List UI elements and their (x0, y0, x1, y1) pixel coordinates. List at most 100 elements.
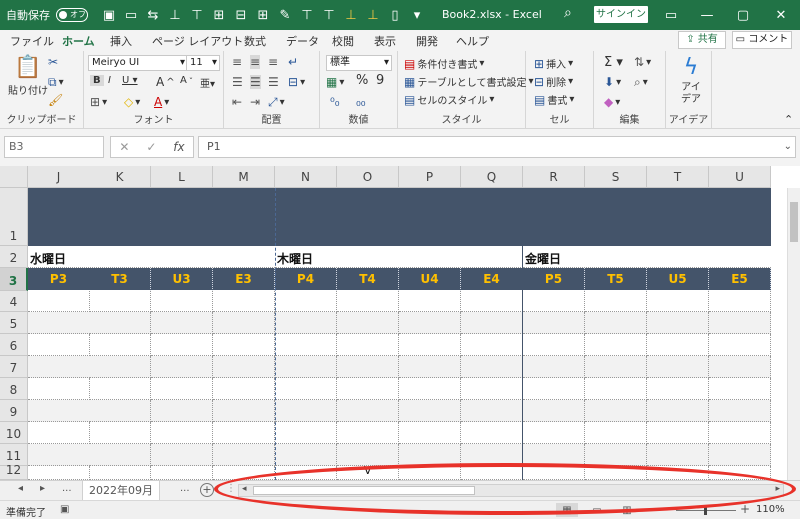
grid-cell[interactable] (585, 378, 647, 400)
grid-cell[interactable] (89, 444, 151, 466)
row-header-3[interactable]: 3 (0, 268, 28, 291)
grid-cell[interactable] (337, 444, 399, 466)
phonetic-icon[interactable]: 亜▾ (200, 75, 215, 90)
expand-formula-icon[interactable]: ⌄ (784, 141, 792, 152)
grid-cell[interactable] (647, 291, 709, 312)
grid-cell[interactable] (461, 312, 523, 334)
scroll-left-icon[interactable]: ◂ (242, 484, 247, 494)
select-all-corner[interactable] (0, 166, 28, 188)
grid-cell[interactable] (585, 466, 647, 480)
grid-cell[interactable] (399, 378, 461, 400)
document-icon[interactable]: ▯ (384, 4, 406, 26)
grid-cell[interactable] (709, 444, 771, 466)
header-cell-t4[interactable]: T4 (337, 268, 399, 291)
grid-cell[interactable] (709, 422, 771, 444)
row-header-2[interactable]: 2 (0, 246, 28, 268)
grid-cell[interactable] (275, 422, 337, 444)
grid-cell[interactable] (151, 466, 213, 480)
grid-cell[interactable] (647, 312, 709, 334)
pin-icon[interactable]: ⊥ (164, 4, 186, 26)
grid-cell[interactable] (28, 312, 90, 334)
format-cells-button[interactable]: ▤ 書式 ▾ (534, 92, 574, 108)
grid-cell[interactable] (585, 400, 647, 422)
tab-file[interactable]: ファイル (10, 33, 54, 49)
grid-cell[interactable] (337, 334, 399, 356)
grid-cell[interactable] (461, 400, 523, 422)
tab-view[interactable]: 表示 (374, 33, 396, 49)
grid-cell[interactable] (585, 312, 647, 334)
autosum-icon[interactable]: Σ ▾ (604, 55, 623, 70)
format-painter-brush-icon[interactable]: 🖌 (48, 93, 63, 107)
align-center-icon[interactable]: ☰ (250, 75, 261, 89)
grid-cell[interactable] (28, 378, 90, 400)
grid-cell[interactable] (523, 378, 585, 400)
grid-cell[interactable] (275, 334, 337, 356)
tab-help[interactable]: ヘルプ (456, 33, 489, 49)
grid-cell[interactable] (399, 422, 461, 444)
grid-cell[interactable] (89, 356, 151, 378)
grid-cell[interactable] (461, 466, 523, 480)
zoom-level[interactable]: 110% (756, 504, 785, 515)
grid-cell[interactable] (399, 312, 461, 334)
grid-cell[interactable] (709, 334, 771, 356)
comment-button[interactable]: ▭ コメント (732, 31, 792, 49)
grid-cell[interactable] (28, 334, 90, 356)
column-header-r[interactable]: R (523, 166, 585, 188)
tab-data[interactable]: データ (286, 33, 319, 49)
grid-cell[interactable] (337, 356, 399, 378)
grid-cell[interactable] (213, 444, 275, 466)
grid-cell[interactable] (151, 400, 213, 422)
header-cell-t3[interactable]: T3 (89, 268, 151, 291)
grid-cell[interactable] (709, 378, 771, 400)
spreadsheet-grid[interactable]: J K L M N O P Q R S T U 1 2 3 4 5 6 7 8 9 10 11 12 水曜日 木曜日 金曜日 P3 T3… (0, 166, 800, 480)
row-header-8[interactable]: 8 (0, 378, 28, 400)
autosave-toggle[interactable]: オフ (56, 8, 88, 22)
name-box[interactable]: B3 (4, 136, 104, 158)
grid-cell[interactable] (275, 356, 337, 378)
clear-icon[interactable]: ◆ ▾ (604, 95, 620, 109)
underline-button[interactable]: U ▾ (122, 75, 138, 86)
normal-view-icon[interactable]: ▦ (556, 503, 578, 517)
header-cell-u4[interactable]: U4 (399, 268, 461, 291)
grid-cell[interactable] (213, 312, 275, 334)
row-header-7[interactable]: 7 (0, 356, 28, 378)
zoom-slider-thumb[interactable] (704, 506, 707, 515)
minimize-icon[interactable]: — (690, 0, 724, 30)
column-header-j[interactable]: J (28, 166, 90, 188)
grid-cell[interactable] (523, 444, 585, 466)
grid-cell[interactable] (585, 422, 647, 444)
grid-cell[interactable] (89, 422, 151, 444)
zoom-out-icon[interactable]: − (662, 502, 672, 516)
format-painter-icon[interactable]: ✎ (274, 4, 296, 26)
macro-record-icon[interactable]: ▣ (60, 504, 69, 515)
grid-cell[interactable] (461, 334, 523, 356)
tab-developer[interactable]: 開発 (416, 33, 438, 49)
indent-increase-icon[interactable]: ⇥ (250, 95, 260, 109)
sort-icon[interactable]: ⊤ (318, 4, 340, 26)
vertical-scrollbar[interactable] (787, 188, 800, 480)
new-file-icon[interactable]: ▭ (120, 4, 142, 26)
grid-cell[interactable] (151, 378, 213, 400)
grid-cell[interactable] (709, 312, 771, 334)
insert-cells-button[interactable]: ⊞ 挿入 ▾ (534, 56, 573, 72)
title-banner[interactable] (28, 188, 771, 246)
column-header-s[interactable]: S (585, 166, 647, 188)
table-icon[interactable]: ⊟ (230, 4, 252, 26)
freeze-icon-2[interactable]: ⊥ (362, 4, 384, 26)
grid-icon[interactable]: ⊞ (208, 4, 230, 26)
cancel-icon[interactable]: ✕ (119, 140, 129, 154)
font-shrink-icon[interactable]: Aˇ (180, 75, 193, 86)
next-sheet-icon[interactable]: ▸ (40, 483, 45, 494)
maximize-icon[interactable]: ▢ (726, 0, 760, 30)
grid-cell[interactable] (647, 400, 709, 422)
save-icon[interactable]: ▣ (98, 4, 120, 26)
grid-cell[interactable] (337, 312, 399, 334)
grid-cell[interactable] (523, 334, 585, 356)
align-middle-icon[interactable]: ≡ (250, 55, 261, 69)
paste-button[interactable]: 📋 貼り付け (8, 55, 48, 97)
share-button[interactable]: ⇪ 共有 (678, 31, 726, 49)
grid-cell[interactable] (647, 466, 709, 480)
pin-icon-2[interactable]: ⊤ (186, 4, 208, 26)
grid-cell[interactable] (523, 466, 585, 480)
delete-cells-button[interactable]: ⊟ 削除 ▾ (534, 74, 573, 90)
